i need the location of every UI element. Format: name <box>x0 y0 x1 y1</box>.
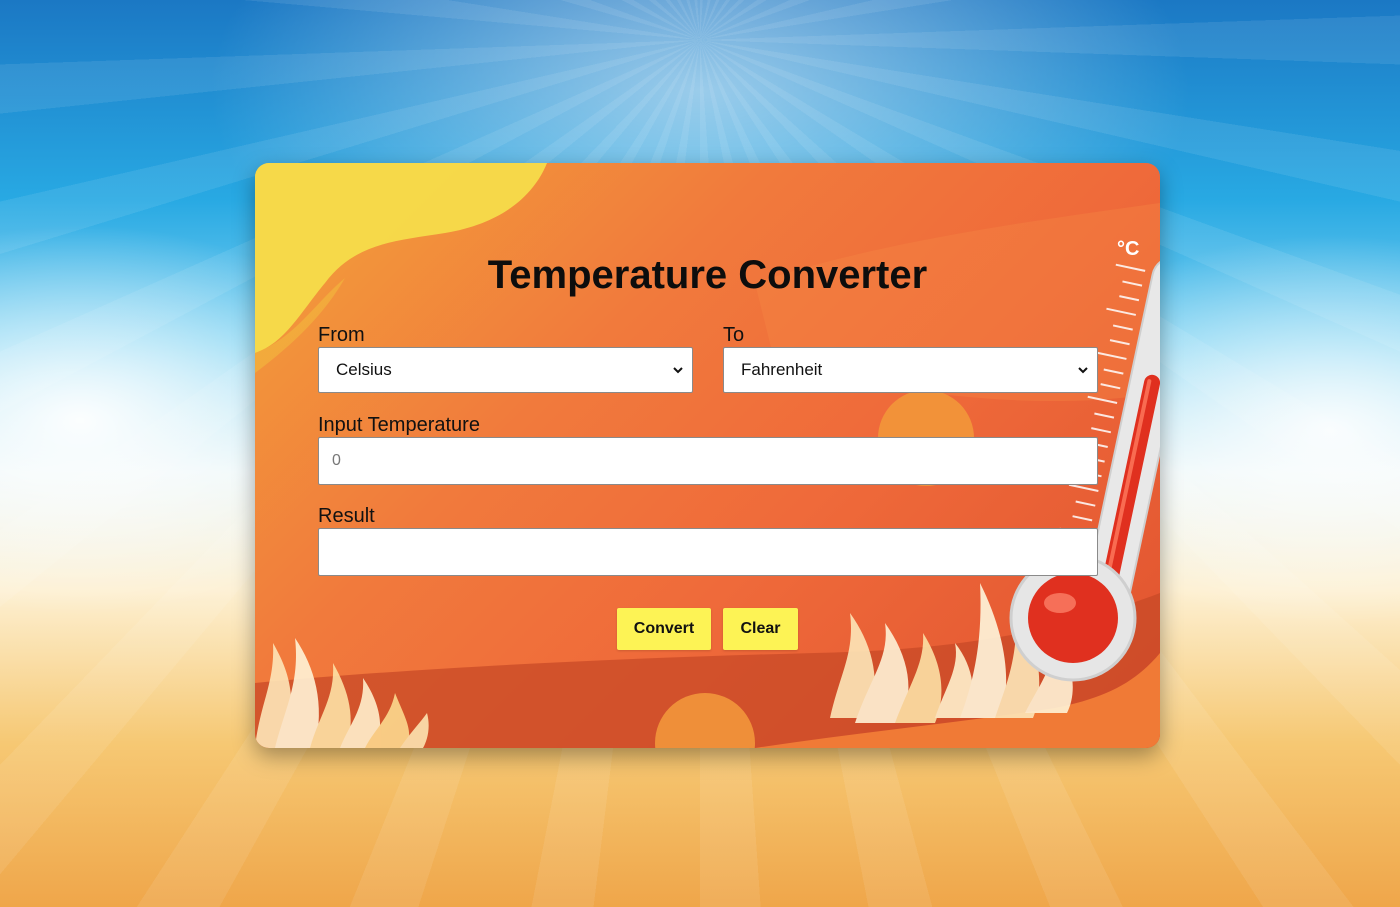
converter-card: °C Temperature Converter From Celsius To… <box>255 163 1160 748</box>
from-unit-select[interactable]: Celsius <box>318 347 693 393</box>
chevron-down-icon <box>1078 367 1088 374</box>
input-temperature-label: Input Temperature <box>318 414 480 436</box>
to-unit-value: Fahrenheit <box>741 360 823 379</box>
page-title: Temperature Converter <box>487 253 928 297</box>
chevron-down-icon <box>673 367 683 374</box>
from-label: From <box>318 324 365 346</box>
clear-button[interactable]: Clear <box>723 608 798 650</box>
input-temperature-placeholder: 0 <box>332 452 341 469</box>
to-label: To <box>723 324 745 346</box>
result-field[interactable] <box>318 528 1098 576</box>
from-unit-value: Celsius <box>336 360 392 379</box>
convert-button[interactable]: Convert <box>617 608 711 650</box>
input-temperature-field[interactable]: 0 <box>318 437 1098 485</box>
result-label: Result <box>318 505 375 527</box>
to-unit-select[interactable]: Fahrenheit <box>723 347 1098 393</box>
